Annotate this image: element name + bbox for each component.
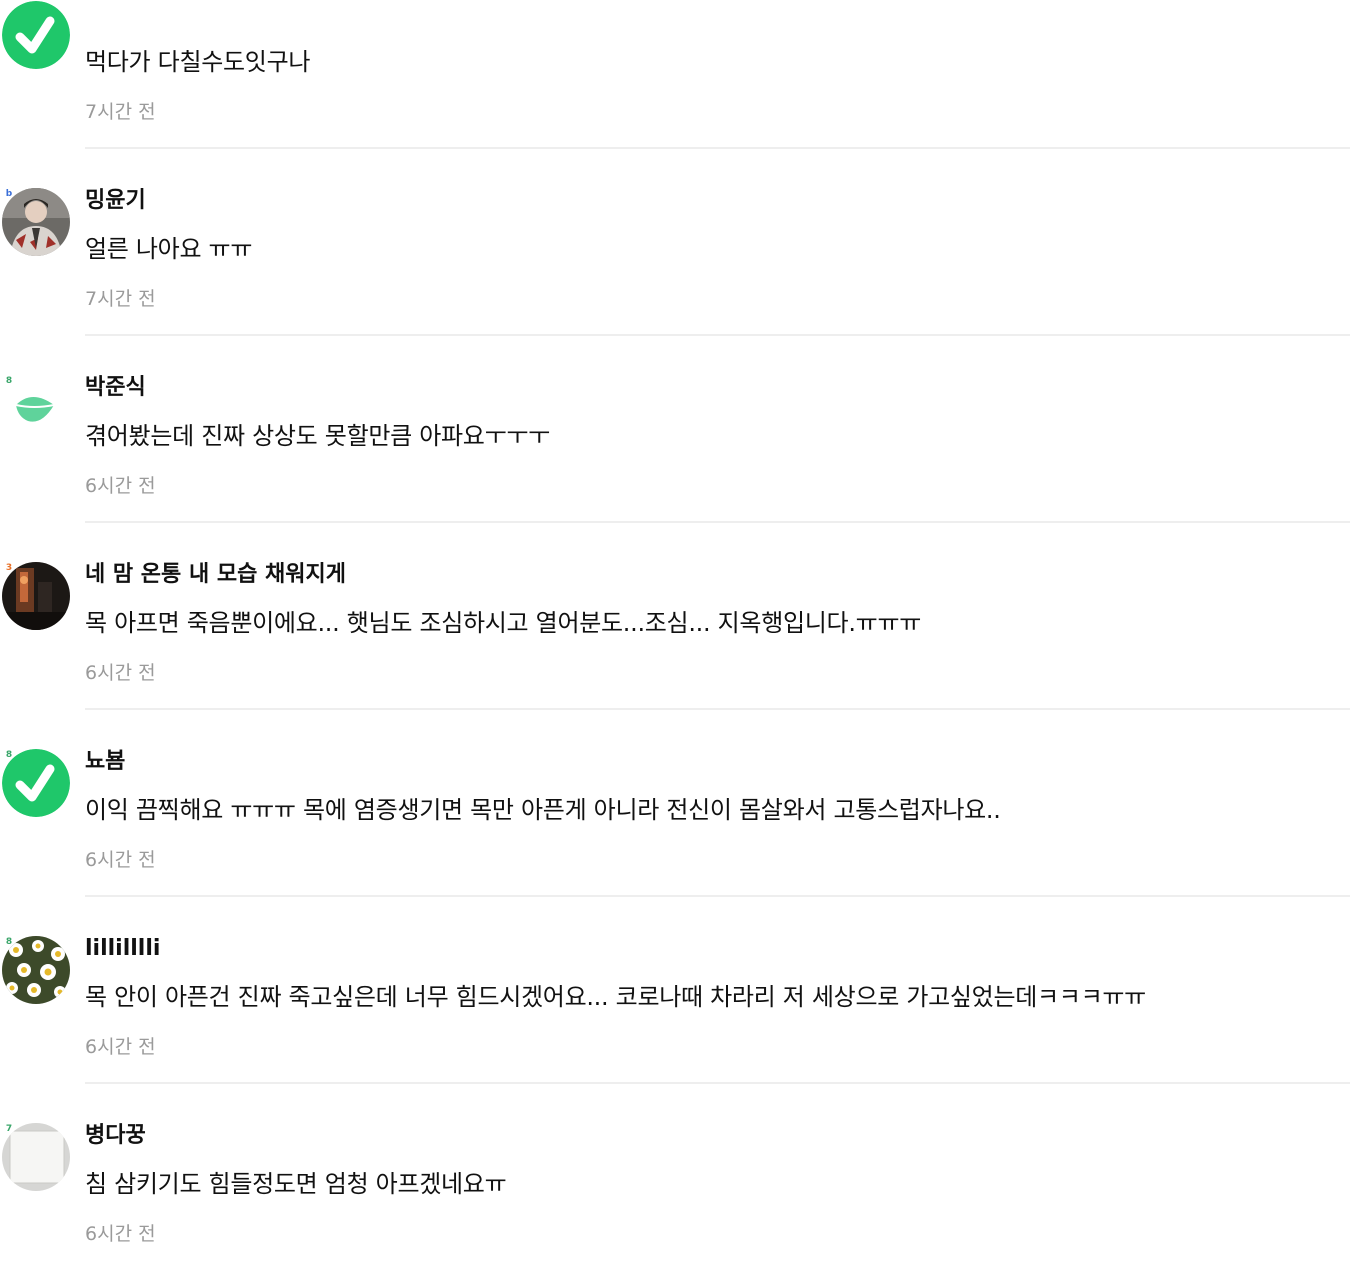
level-badge: b bbox=[5, 189, 13, 199]
level-badge: 7 bbox=[5, 1124, 13, 1134]
level-badge: 8 bbox=[5, 750, 13, 760]
comment-text: 목 안이 아픈건 진짜 죽고싶은데 너무 힘드시겠어요... 코로나때 차라리 … bbox=[85, 983, 1146, 1011]
comment-item: 8 박준식 겪어봤는데 진짜 상상도 못할만큼 아파요ㅜㅜㅜ 6시간 전 bbox=[0, 331, 1350, 523]
comment-item: 8 lillilllli 목 안이 아픈건 진짜 죽고싶은데 너무 힘드시겠어요… bbox=[0, 892, 1350, 1084]
comment-author[interactable]: 네 맘 온통 내 모습 채워지게 bbox=[85, 560, 346, 590]
comment-author[interactable]: 박준식 bbox=[85, 373, 146, 403]
comment-item: 먹다가 다칠수도잇구나 7시간 전 bbox=[0, 0, 1350, 149]
level-badge: 3 bbox=[5, 563, 13, 573]
comment-author[interactable]: 뇨뵴 bbox=[85, 747, 125, 777]
comment-author[interactable]: 병다꿍 bbox=[85, 1121, 146, 1151]
comment-author[interactable]: lillilllli bbox=[85, 934, 160, 964]
comment-text: 목 아프면 죽음뿐이에요... 햇님도 조심하시고 열어분도...조심... 지… bbox=[85, 609, 922, 637]
comment-author[interactable]: 밍윤기 bbox=[85, 186, 146, 216]
comment-time: 6시간 전 bbox=[85, 849, 156, 871]
comment-item: 3 네 맘 온통 내 모습 채워지게 목 아프면 죽음뿐이에요... 햇님도 조… bbox=[0, 518, 1350, 710]
comment-list: 먹다가 다칠수도잇구나 7시간 전 b 밍윤기 얼른 나아요 ㅠㅠ 7시간 전 … bbox=[0, 0, 1350, 1266]
comment-item: b 밍윤기 얼른 나아요 ㅠㅠ 7시간 전 bbox=[0, 144, 1350, 336]
comment-time: 7시간 전 bbox=[85, 101, 156, 123]
level-badge bbox=[5, 1, 13, 13]
comment-text: 얼른 나아요 ㅠㅠ bbox=[85, 235, 253, 263]
comment-time: 6시간 전 bbox=[85, 1036, 156, 1058]
level-badge: 8 bbox=[5, 937, 13, 947]
comment-text: 겪어봤는데 진짜 상상도 못할만큼 아파요ㅜㅜㅜ bbox=[85, 422, 550, 450]
level-badge: 8 bbox=[5, 376, 13, 386]
comment-text: 이익 끔찍해요 ㅠㅠㅠ 목에 염증생기면 목만 아픈게 아니라 전신이 몸살와서… bbox=[85, 796, 1001, 824]
comment-item: 8 뇨뵴 이익 끔찍해요 ㅠㅠㅠ 목에 염증생기면 목만 아픈게 아니라 전신이… bbox=[0, 705, 1350, 897]
comment-time: 7시간 전 bbox=[85, 288, 156, 310]
comment-time: 6시간 전 bbox=[85, 662, 156, 684]
comment-item: 7 병다꿍 침 삼키기도 힘들정도면 엄청 아프겠네요ㅠ 6시간 전 bbox=[0, 1079, 1350, 1266]
comment-time: 6시간 전 bbox=[85, 1223, 156, 1245]
comment-text: 침 삼키기도 힘들정도면 엄청 아프겠네요ㅠ bbox=[85, 1170, 507, 1198]
comment-time: 6시간 전 bbox=[85, 475, 156, 497]
comment-text: 먹다가 다칠수도잇구나 bbox=[85, 48, 311, 76]
